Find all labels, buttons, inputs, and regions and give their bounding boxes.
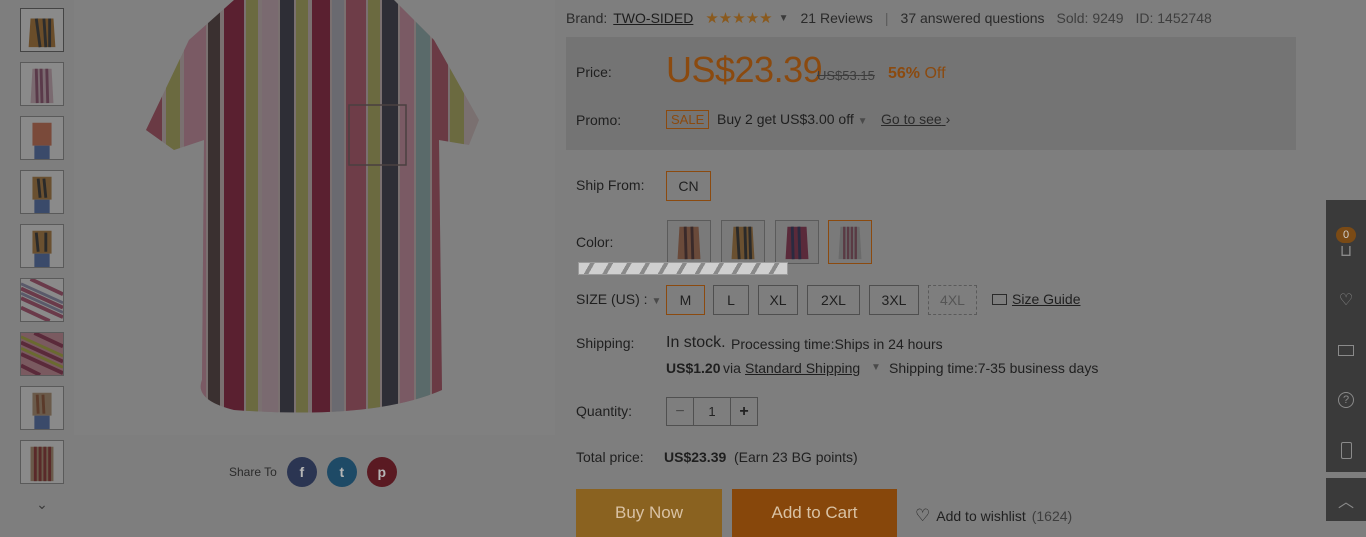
quantity-input[interactable]: 1	[694, 398, 730, 425]
promo-description: Buy 2 get US$3.00 off	[717, 111, 854, 127]
thumbnail-9[interactable]	[20, 440, 64, 484]
sale-tag: SALE	[666, 110, 710, 129]
size-option-xl[interactable]: XL	[758, 285, 798, 315]
thumbnail-6[interactable]	[20, 278, 64, 322]
price-box: Price: US$23.39 US$53.15 56% Off Promo: …	[566, 37, 1296, 150]
ship-from-cn-button[interactable]: CN	[666, 171, 711, 201]
thumbnail-scroll-down-icon[interactable]: ⌄	[20, 494, 64, 514]
promo-dropdown-icon: ▼	[857, 116, 868, 127]
thumbnail-8[interactable]	[20, 386, 64, 430]
shipping-dropdown-icon[interactable]: ▼	[871, 362, 881, 373]
sold-count: Sold: 9249	[1056, 10, 1124, 26]
wishlist-count: (1624)	[1031, 508, 1073, 524]
quantity-stepper: − 1 +	[666, 397, 758, 426]
share-bar: Share To f t p	[229, 457, 397, 487]
product-page: ⌄ Share To f t p Brand: TWO-SIDED ★★★★★ …	[0, 0, 1366, 537]
go-to-see-label: Go to see	[881, 111, 942, 127]
size-guide-link[interactable]: Size Guide	[992, 291, 1080, 307]
cart-count-badge: 0	[1336, 227, 1356, 243]
size-option-4xl[interactable]: 4XL	[928, 285, 977, 315]
share-label: Share To	[229, 465, 277, 479]
discount-word: Off	[924, 65, 946, 82]
sidebar-app[interactable]	[1326, 425, 1366, 475]
thumbnail-7[interactable]	[20, 332, 64, 376]
questions-link[interactable]: 37 answered questions	[901, 10, 1045, 26]
rating-dropdown-icon[interactable]: ▼	[779, 13, 789, 24]
add-to-wishlist-button[interactable]: ♡ Add to wishlist (1624)	[915, 506, 1072, 526]
color-swatch-3[interactable]	[775, 220, 819, 264]
shipping-via: via	[723, 360, 741, 376]
total-label: Total price:	[576, 449, 644, 465]
divider: |	[884, 10, 889, 26]
discount-percent: 56%	[888, 65, 921, 82]
phone-icon	[1340, 441, 1352, 459]
sidebar-help[interactable]: ?	[1326, 375, 1366, 425]
facebook-icon[interactable]: f	[286, 457, 317, 487]
size-option-2xl[interactable]: 2XL	[807, 285, 860, 315]
sidebar-wishlist[interactable]: ♡	[1326, 275, 1366, 325]
ticket-icon	[1338, 344, 1354, 356]
size-option-m[interactable]: M	[666, 285, 705, 315]
processing-time: Processing time:Ships in 24 hours	[731, 336, 943, 352]
size-guide-label: Size Guide	[1012, 291, 1081, 307]
color-swatch-4-selected[interactable]	[828, 220, 872, 264]
twitter-icon[interactable]: t	[326, 457, 357, 487]
size-label[interactable]: SIZE (US) : ▼	[576, 291, 661, 307]
size-dropdown-icon: ▼	[651, 296, 662, 307]
floating-sidebar: 0 ⊔ ♡ ?	[1326, 200, 1366, 472]
bg-points: (Earn 23 BG points)	[734, 449, 858, 465]
promo-label: Promo:	[576, 112, 622, 128]
wishlist-label: Add to wishlist	[936, 508, 1026, 524]
sidebar-cart[interactable]: 0 ⊔	[1326, 210, 1366, 270]
sidebar-coupon[interactable]	[1326, 325, 1366, 375]
quantity-minus-button[interactable]: −	[667, 398, 694, 425]
shipping-cost: US$1.20	[666, 360, 721, 376]
thumbnail-4[interactable]	[20, 170, 64, 214]
shirt-image	[146, 0, 479, 413]
brand-label: Brand:	[566, 10, 608, 26]
chevron-right-icon: ›	[945, 111, 951, 127]
total-price: US$23.39	[664, 449, 727, 465]
chevron-up-icon: ︿	[1337, 493, 1354, 511]
buy-now-button[interactable]: Buy Now	[576, 489, 722, 537]
brand-line: Brand: TWO-SIDED ★★★★★ ▼ 21 Reviews | 37…	[566, 9, 1212, 27]
current-price: US$23.39	[666, 49, 823, 90]
color-swatch-2[interactable]	[721, 220, 765, 264]
discount-badge: 56% Off	[888, 65, 946, 83]
brand-link[interactable]: TWO-SIDED	[613, 10, 693, 26]
heart-icon: ♡	[915, 506, 931, 525]
ship-from-label: Ship From:	[576, 177, 645, 193]
color-swatch-1[interactable]	[667, 220, 711, 264]
thumbnail-2[interactable]	[20, 62, 64, 106]
size-option-l[interactable]: L	[713, 285, 749, 315]
color-label: Color:	[576, 234, 614, 250]
cart-icon: ⊔	[1339, 243, 1353, 260]
rating-stars[interactable]: ★★★★★	[705, 9, 772, 27]
add-to-cart-button[interactable]: Add to Cart	[732, 489, 897, 537]
back-to-top-button[interactable]: ︿	[1326, 478, 1366, 521]
go-to-see-link[interactable]: Go to see ›	[881, 111, 950, 127]
shipping-method-link[interactable]: Standard Shipping	[745, 360, 860, 376]
thumbnail-5[interactable]	[20, 224, 64, 268]
original-price: US$53.15	[817, 68, 875, 83]
question-icon: ?	[1338, 392, 1354, 408]
loading-bar	[578, 262, 788, 275]
price-label: Price:	[576, 64, 612, 80]
thumbnail-1[interactable]	[20, 8, 64, 52]
pinterest-icon[interactable]: p	[366, 457, 397, 487]
stock-status: In stock.	[666, 334, 726, 351]
promo-text[interactable]: Buy 2 get US$3.00 off ▼	[717, 111, 868, 127]
ruler-icon	[992, 293, 1007, 305]
quantity-label: Quantity:	[576, 403, 633, 419]
size-label-text: SIZE (US) :	[576, 291, 648, 307]
main-product-image[interactable]	[74, 0, 555, 435]
heart-icon: ♡	[1338, 292, 1354, 309]
thumbnail-3[interactable]	[20, 116, 64, 160]
quantity-plus-button[interactable]: +	[730, 398, 757, 425]
shipping-label: Shipping:	[576, 335, 635, 351]
reviews-link[interactable]: 21 Reviews	[801, 10, 873, 26]
product-id: ID: 1452748	[1135, 10, 1212, 26]
size-option-3xl[interactable]: 3XL	[869, 285, 919, 315]
shipping-time: Shipping time:7-35 business days	[889, 360, 1099, 376]
